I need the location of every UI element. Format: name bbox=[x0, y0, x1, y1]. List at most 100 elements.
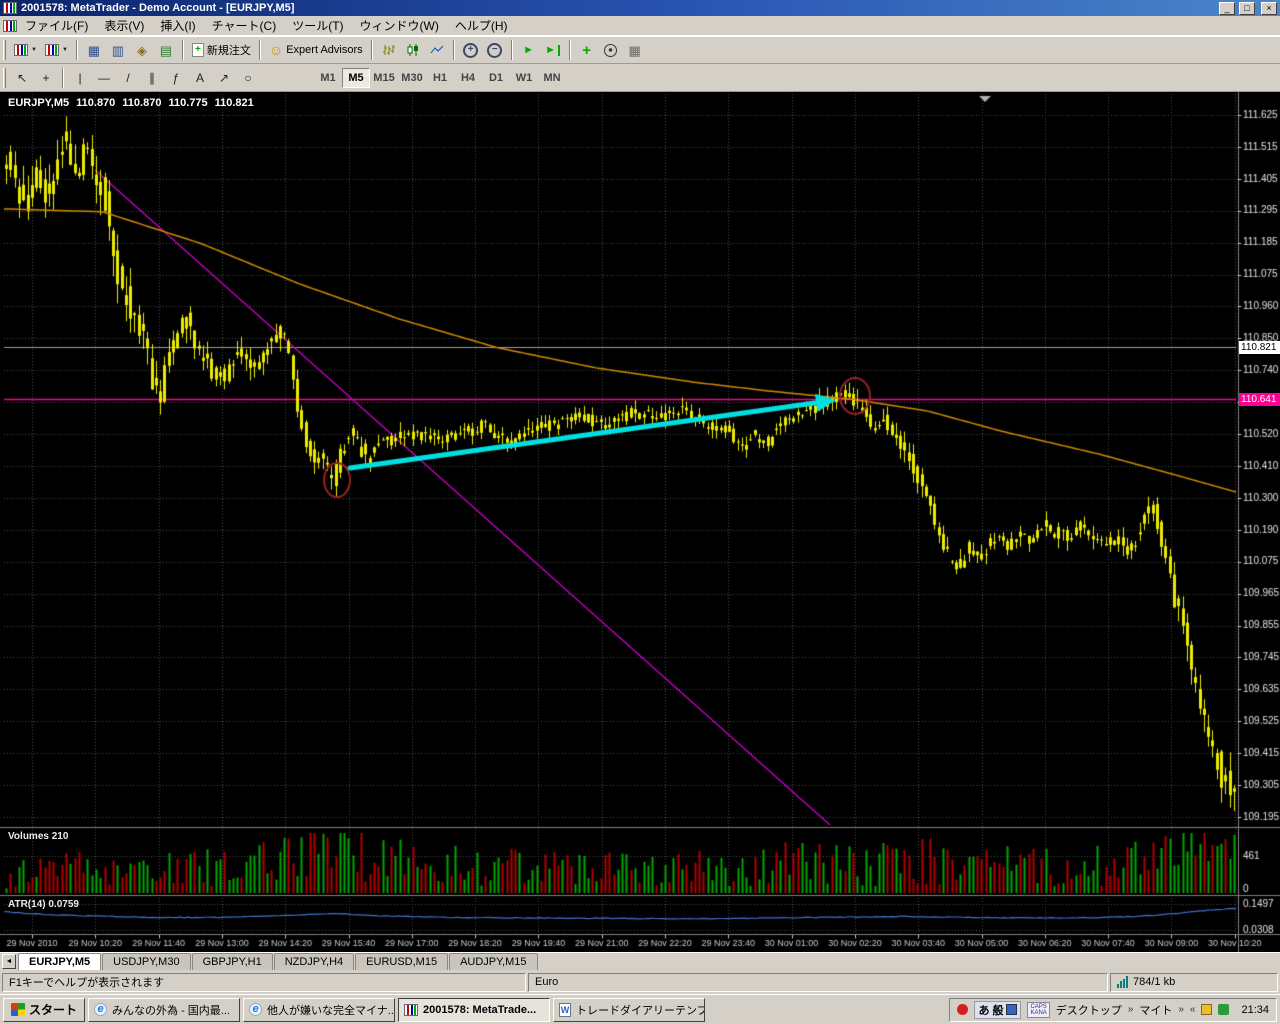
line-chart-mode-button[interactable] bbox=[425, 39, 449, 62]
taskbar-task-metatrader[interactable]: 2001578: MetaTrade... bbox=[398, 998, 550, 1022]
chart-shift-button[interactable]: ► bbox=[541, 39, 565, 62]
chart-symbol: EURJPY,M5 bbox=[8, 97, 69, 109]
tray-expand-chevron[interactable]: « bbox=[1190, 1004, 1196, 1015]
fibonacci-tool-button[interactable]: ƒ bbox=[164, 66, 188, 89]
chart-high: 110.870 bbox=[122, 97, 161, 109]
chart-tab-eurusd-m15[interactable]: EURUSD,M15 bbox=[355, 953, 448, 970]
ime-conversion-mode[interactable]: 般 bbox=[992, 1002, 1003, 1018]
task-label: 他人が嫌いな完全マイナ... bbox=[267, 1002, 395, 1018]
menu-file[interactable]: ファイル(F) bbox=[17, 15, 96, 36]
timeframe-m5-button[interactable]: M5 bbox=[342, 68, 370, 88]
ime-toolbar[interactable]: あ 般 bbox=[974, 1001, 1021, 1019]
horizontal-line-tool-button[interactable]: — bbox=[92, 66, 116, 89]
standard-toolbar: ▼ ▼ ▦ ▥ ◈ ▤ + 新規注文 ☺ Expert Advisors bbox=[0, 36, 1280, 64]
chart-tab-eurjpy-m5[interactable]: EURJPY,M5 bbox=[18, 953, 101, 970]
ime-tools-icon[interactable] bbox=[1006, 1004, 1017, 1015]
zoom-out-button[interactable]: − bbox=[483, 39, 507, 62]
menu-view[interactable]: 表示(V) bbox=[96, 15, 152, 36]
auto-scroll-button[interactable]: ► bbox=[517, 39, 541, 62]
my-toolbar-label[interactable]: マイト bbox=[1139, 1002, 1172, 1018]
restore-button[interactable]: □ bbox=[1239, 2, 1255, 15]
chart-tab-usdjpy-m30[interactable]: USDJPY,M30 bbox=[102, 953, 190, 970]
zoom-in-icon: + bbox=[463, 43, 478, 58]
minimize-button[interactable]: _ bbox=[1219, 2, 1235, 15]
ellipse-tool-button[interactable]: ○ bbox=[236, 66, 260, 89]
bar-chart-icon bbox=[382, 44, 396, 56]
taskbar-task-document[interactable]: W トレードダイアリーテンプレー... bbox=[553, 998, 705, 1022]
price-chart-canvas[interactable] bbox=[0, 92, 1280, 952]
toolbar-separator bbox=[569, 40, 571, 60]
tray-alert-icon[interactable] bbox=[957, 1004, 968, 1015]
my-overflow-chevron[interactable]: » bbox=[1178, 1004, 1184, 1015]
toolbar-grip[interactable] bbox=[3, 68, 6, 88]
start-button[interactable]: スタート bbox=[3, 998, 85, 1022]
chart-tab-audjpy-m15[interactable]: AUDJPY,M15 bbox=[449, 953, 537, 970]
toolbar-separator bbox=[182, 40, 184, 60]
trendline-tool-button[interactable]: / bbox=[116, 66, 140, 89]
bid-price-marker: 110.821 bbox=[1239, 341, 1280, 354]
chart-tab-nzdjpy-h4[interactable]: NZDJPY,H4 bbox=[274, 953, 354, 970]
vertical-line-tool-button[interactable]: | bbox=[68, 66, 92, 89]
zoom-in-button[interactable]: + bbox=[459, 39, 483, 62]
timeframe-h4-button[interactable]: H4 bbox=[454, 68, 482, 88]
timeframe-m1-button[interactable]: M1 bbox=[314, 68, 342, 88]
menu-window[interactable]: ウィンドウ(W) bbox=[352, 15, 447, 36]
toolbar-separator bbox=[76, 40, 78, 60]
timeframe-mn-button[interactable]: MN bbox=[538, 68, 566, 88]
periods-icon bbox=[604, 44, 617, 57]
new-order-button[interactable]: + 新規注文 bbox=[188, 39, 255, 62]
candlestick-mode-button[interactable] bbox=[401, 39, 425, 62]
volume-tray-icon[interactable] bbox=[1201, 1004, 1212, 1015]
bar-chart-mode-button[interactable] bbox=[377, 39, 401, 62]
timeframe-d1-button[interactable]: D1 bbox=[482, 68, 510, 88]
atr-pane-label: ATR(14) 0.0759 bbox=[8, 899, 79, 910]
taskbar-task-browser-1[interactable]: e みんなの外為 - 国内最... bbox=[88, 998, 240, 1022]
templates-button[interactable]: ▦ bbox=[623, 39, 647, 62]
tab-scroll-left-button[interactable]: ◄ bbox=[2, 954, 16, 969]
menu-chart[interactable]: チャート(C) bbox=[204, 15, 285, 36]
cursor-tool-button[interactable]: ↖ bbox=[10, 66, 34, 89]
horizontal-line-icon: — bbox=[98, 72, 110, 84]
terminal-button[interactable]: ▤ bbox=[154, 39, 178, 62]
profiles-button[interactable]: ▼ bbox=[41, 39, 72, 62]
ohlc-display: EURJPY,M5 110.870 110.870 110.775 110.82… bbox=[8, 97, 254, 109]
toolbar-grip[interactable] bbox=[3, 40, 6, 60]
menu-insert[interactable]: 挿入(I) bbox=[152, 15, 203, 36]
toolbar-separator bbox=[453, 40, 455, 60]
browser-icon: e bbox=[249, 1003, 262, 1016]
new-chart-button[interactable]: ▼ bbox=[10, 39, 41, 62]
indicators-button[interactable]: + bbox=[575, 39, 599, 62]
profiles-icon bbox=[45, 44, 59, 56]
document-icon: W bbox=[559, 1003, 571, 1017]
close-button[interactable]: × bbox=[1261, 2, 1277, 15]
timeframe-m15-button[interactable]: M15 bbox=[370, 68, 398, 88]
desktop-overflow-chevron[interactable]: » bbox=[1128, 1004, 1134, 1015]
metatrader-icon bbox=[404, 1004, 418, 1016]
antivirus-tray-icon[interactable] bbox=[1218, 1004, 1229, 1015]
crosshair-tool-button[interactable]: + bbox=[34, 66, 58, 89]
line-studies-toolbar: ↖ + | — / ∥ ƒ A ↗ ○ M1 M5 M15 M30 H1 H4 … bbox=[0, 64, 1280, 92]
task-label: トレードダイアリーテンプレー... bbox=[576, 1002, 705, 1018]
timeframe-group: M1 M5 M15 M30 H1 H4 D1 W1 MN bbox=[314, 68, 566, 88]
periods-button[interactable] bbox=[599, 39, 623, 62]
desktop-toolbar-label[interactable]: デスクトップ bbox=[1056, 1002, 1122, 1018]
timeframe-h1-button[interactable]: H1 bbox=[426, 68, 454, 88]
taskbar-task-browser-2[interactable]: e 他人が嫌いな完全マイナ... bbox=[243, 998, 395, 1022]
channel-icon: ∥ bbox=[149, 72, 155, 84]
menu-tools[interactable]: ツール(T) bbox=[284, 15, 351, 36]
arrows-tool-button[interactable]: ↗ bbox=[212, 66, 236, 89]
text-tool-button[interactable]: A bbox=[188, 66, 212, 89]
menu-help[interactable]: ヘルプ(H) bbox=[447, 15, 516, 36]
chart-tab-gbpjpy-h1[interactable]: GBPJPY,H1 bbox=[192, 953, 273, 970]
traffic-counter: 784/1 kb bbox=[1133, 976, 1175, 988]
timeframe-m30-button[interactable]: M30 bbox=[398, 68, 426, 88]
windows-logo-icon bbox=[11, 1003, 25, 1016]
ime-input-mode[interactable]: あ bbox=[978, 1002, 989, 1018]
navigator-button[interactable]: ◈ bbox=[130, 39, 154, 62]
chevron-down-icon: ▼ bbox=[31, 47, 37, 53]
data-window-button[interactable]: ▥ bbox=[106, 39, 130, 62]
timeframe-w1-button[interactable]: W1 bbox=[510, 68, 538, 88]
expert-advisors-button[interactable]: ☺ Expert Advisors bbox=[265, 39, 367, 62]
channel-tool-button[interactable]: ∥ bbox=[140, 66, 164, 89]
market-watch-button[interactable]: ▦ bbox=[82, 39, 106, 62]
